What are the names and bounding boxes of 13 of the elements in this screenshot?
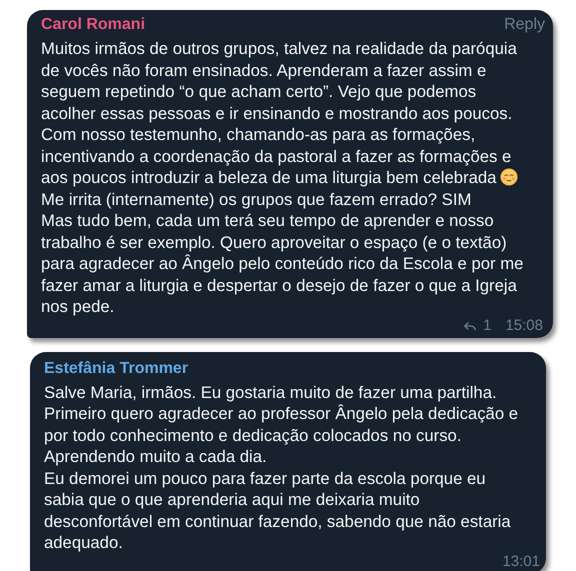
message-text: Salve Maria, irmãos. Eu gostaria muito de fazer uma partilha. Primeiro quero agradecer ao professor Ângelo pela dedicação e por todo conhecimento e dedicação colocados no curso. xyxy=(44,382,518,444)
message-text: Me irrita (internamente) os grupos que fazem errado? SIM xyxy=(41,190,472,208)
message-text: Eu demorei um pouco para fazer parte da escola porque eu sabia que o que aprenderia aqui me deixaria muito desconfortável em continuar fazendo, sabendo que não estaria adequado. xyxy=(44,468,511,552)
reply-count[interactable]: 1 xyxy=(483,317,492,334)
message-time: 15:08 xyxy=(505,317,543,334)
reply-link[interactable]: Reply xyxy=(504,16,545,34)
author-name[interactable]: Carol Romani xyxy=(41,16,146,34)
reply-arrow-icon xyxy=(463,320,478,332)
message-text: Mas tudo bem, cada um terá seu tempo de aprender e nosso trabalho é ser exemplo. Quero aproveitar o espaço (e o textão) para agradecer ao Ângelo pelo conteúdo rico da Escola e por me fazer amar a liturgia e despertar o desejo de fazer o que a Igreja nos pede. xyxy=(41,211,524,316)
message-text: Muitos irmãos de outros grupos, talvez na realidade da paróquia de vocês não foram ensinados. Aprenderam a fazer assim e seguem repetindo “o que acham certo”. Vejo que podemos acolher essas pessoas e ir ensinando e mostrando aos poucos. Com nosso testemunho, chamando-as para as formações, incentivando a coordenação da pastoral a fazer as formações e aos poucos introduzir a beleza de uma liturgia bem celebrada xyxy=(41,39,517,187)
author-name[interactable]: Estefânia Trommer xyxy=(44,360,188,378)
message-time: 13:01 xyxy=(502,553,540,570)
message-text: Aprendendo muito a cada dia. xyxy=(44,447,267,466)
